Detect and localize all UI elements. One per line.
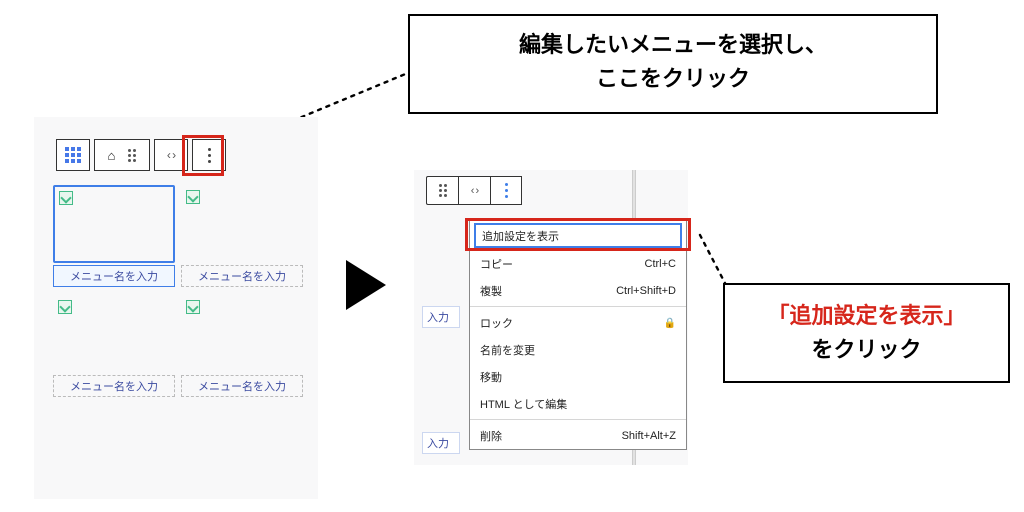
- menu-thumb: [181, 295, 303, 373]
- menu-item-label: 追加設定を表示: [482, 228, 559, 244]
- editor-panel-after: ‹ › 入力 入力 追加設定を表示 コピー Ctrl+C 複製 Ctrl+Shi…: [414, 170, 688, 465]
- menu-item-shortcut: Ctrl+Shift+D: [616, 285, 676, 297]
- options-dropdown: 追加設定を表示 コピー Ctrl+C 複製 Ctrl+Shift+D ロック 名…: [469, 220, 687, 450]
- kebab-icon: [505, 183, 508, 198]
- menu-item-shortcut: Ctrl+C: [645, 258, 676, 270]
- block-toolbar-compact: ‹ ›: [426, 176, 522, 205]
- menu-caption-input[interactable]: メニュー名を入力: [181, 265, 303, 287]
- drag-handle-icon: [128, 149, 136, 162]
- menu-item-label: 複製: [480, 283, 502, 299]
- more-options-button[interactable]: [490, 176, 522, 205]
- drag-handle-button[interactable]: [426, 176, 458, 205]
- menu-item-label: 移動: [480, 369, 502, 385]
- chevrons-icon: ‹ ›: [471, 185, 478, 197]
- menu-item-label: ロック: [480, 315, 513, 331]
- kebab-icon: [208, 148, 211, 163]
- menu-item-rename[interactable]: 名前を変更: [470, 336, 686, 363]
- parent-block-button[interactable]: ⌂: [94, 139, 150, 171]
- menu-item-duplicate[interactable]: 複製 Ctrl+Shift+D: [470, 277, 686, 304]
- block-toolbar: ⌂ ‹ ›: [56, 139, 230, 171]
- sequence-arrow-icon: [346, 260, 386, 310]
- chevrons-icon: ‹ ›: [167, 148, 175, 162]
- block-type-button[interactable]: [56, 139, 90, 171]
- menu-separator: [470, 419, 686, 420]
- menu-card[interactable]: メニュー名を入力: [53, 295, 175, 397]
- menu-item-label: 削除: [480, 428, 502, 444]
- menu-item-copy[interactable]: コピー Ctrl+C: [470, 250, 686, 277]
- menu-item-delete[interactable]: 削除 Shift+Alt+Z: [470, 422, 686, 449]
- broken-image-icon: [186, 190, 200, 204]
- drag-handle-icon: [439, 184, 447, 197]
- menu-separator: [470, 306, 686, 307]
- callout-line: 編集したいメニューを選択し、: [438, 28, 908, 62]
- lock-icon: [664, 317, 676, 329]
- editor-panel-before: ⌂ ‹ › メニュー名を入力 メニュー名を入力 メニュー名を入力 メニュー名を入…: [34, 117, 318, 499]
- broken-image-icon: [186, 300, 200, 314]
- menu-cards-grid: メニュー名を入力 メニュー名を入力 メニュー名を入力 メニュー名を入力: [53, 185, 303, 397]
- callout-line: をクリック: [753, 333, 980, 367]
- callout-select-menu: 編集したいメニューを選択し、 ここをクリック: [408, 14, 938, 114]
- menu-card[interactable]: メニュー名を入力: [181, 185, 303, 287]
- move-buttons[interactable]: ‹ ›: [458, 176, 490, 205]
- callout-additional-settings: 「追加設定を表示」 をクリック: [723, 283, 1010, 383]
- menu-item-move[interactable]: 移動: [470, 363, 686, 390]
- menu-thumb: [181, 185, 303, 263]
- callout-line: ここをクリック: [438, 62, 908, 96]
- grid-icon: [65, 147, 81, 163]
- menu-item-label: コピー: [480, 256, 513, 272]
- menu-item-edit-html[interactable]: HTML として編集: [470, 390, 686, 417]
- menu-item-label: 名前を変更: [480, 342, 535, 358]
- callout-line: 「追加設定を表示」: [753, 299, 980, 333]
- menu-item-label: HTML として編集: [480, 396, 567, 412]
- menu-caption-input[interactable]: メニュー名を入力: [53, 375, 175, 397]
- menu-item-lock[interactable]: ロック: [470, 309, 686, 336]
- broken-image-icon: [59, 191, 73, 205]
- menu-item-shortcut: Shift+Alt+Z: [622, 430, 676, 442]
- menu-thumb: [53, 185, 175, 263]
- home-icon: ⌂: [108, 148, 116, 163]
- menu-thumb: [53, 295, 175, 373]
- broken-image-icon: [58, 300, 72, 314]
- menu-card[interactable]: メニュー名を入力: [181, 295, 303, 397]
- menu-card[interactable]: メニュー名を入力: [53, 185, 175, 287]
- move-buttons[interactable]: ‹ ›: [154, 139, 188, 171]
- caption-input-stub[interactable]: 入力: [422, 306, 460, 328]
- caption-input-stub[interactable]: 入力: [422, 432, 460, 454]
- menu-caption-input[interactable]: メニュー名を入力: [53, 265, 175, 287]
- menu-caption-input[interactable]: メニュー名を入力: [181, 375, 303, 397]
- more-options-button[interactable]: [192, 139, 226, 171]
- menu-item-additional-settings[interactable]: 追加設定を表示: [474, 223, 682, 248]
